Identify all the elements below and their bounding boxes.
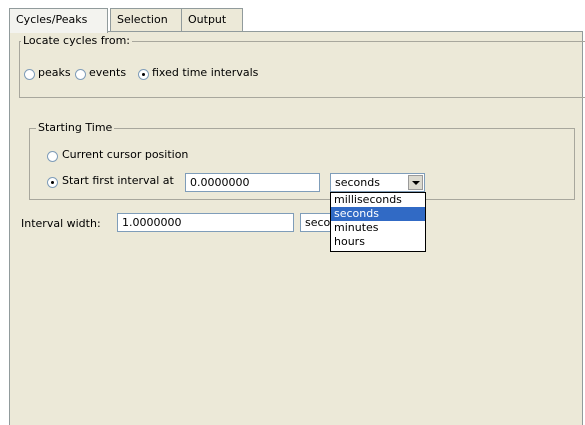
radio-current-cursor-position[interactable] <box>47 151 58 162</box>
start-time-input[interactable]: 0.0000000 <box>185 173 320 192</box>
radio-peaks[interactable] <box>24 69 35 80</box>
interval-width-input[interactable]: 1.0000000 <box>117 213 294 232</box>
radio-fixed-time-intervals-label[interactable]: fixed time intervals <box>152 66 258 79</box>
interval-width-label: Interval width: <box>21 217 101 230</box>
radio-events[interactable] <box>75 69 86 80</box>
radio-start-first-interval[interactable] <box>47 177 58 188</box>
interval-width-value: 1.0000000 <box>122 216 182 229</box>
unit-option-minutes[interactable]: minutes <box>331 221 425 235</box>
unit-option-hours[interactable]: hours <box>331 235 425 249</box>
interval-unit-value: seco <box>305 216 331 229</box>
locate-cycles-title: Locate cycles from: <box>21 34 132 47</box>
tab-selection[interactable]: Selection <box>110 8 182 32</box>
start-unit-value: seconds <box>335 176 380 189</box>
start-time-value: 0.0000000 <box>190 176 250 189</box>
start-first-interval-label[interactable]: Start first interval at <box>62 174 174 187</box>
tab-label: Selection <box>117 13 168 26</box>
unit-dropdown-list: milliseconds seconds minutes hours <box>330 192 426 252</box>
tab-label: Cycles/Peaks <box>16 13 88 26</box>
radio-fixed-time-intervals[interactable] <box>138 69 149 80</box>
unit-option-seconds[interactable]: seconds <box>331 207 425 221</box>
chevron-down-icon[interactable] <box>408 175 423 190</box>
starting-time-title: Starting Time <box>36 121 115 134</box>
radio-events-label[interactable]: events <box>89 66 126 79</box>
start-unit-select[interactable]: seconds <box>330 173 425 192</box>
tab-output[interactable]: Output <box>181 8 243 32</box>
tab-cycles-peaks[interactable]: Cycles/Peaks <box>9 8 108 33</box>
radio-peaks-label[interactable]: peaks <box>38 66 71 79</box>
current-cursor-position-label[interactable]: Current cursor position <box>62 148 188 161</box>
tab-label: Output <box>188 13 227 26</box>
unit-option-milliseconds[interactable]: milliseconds <box>331 193 425 207</box>
